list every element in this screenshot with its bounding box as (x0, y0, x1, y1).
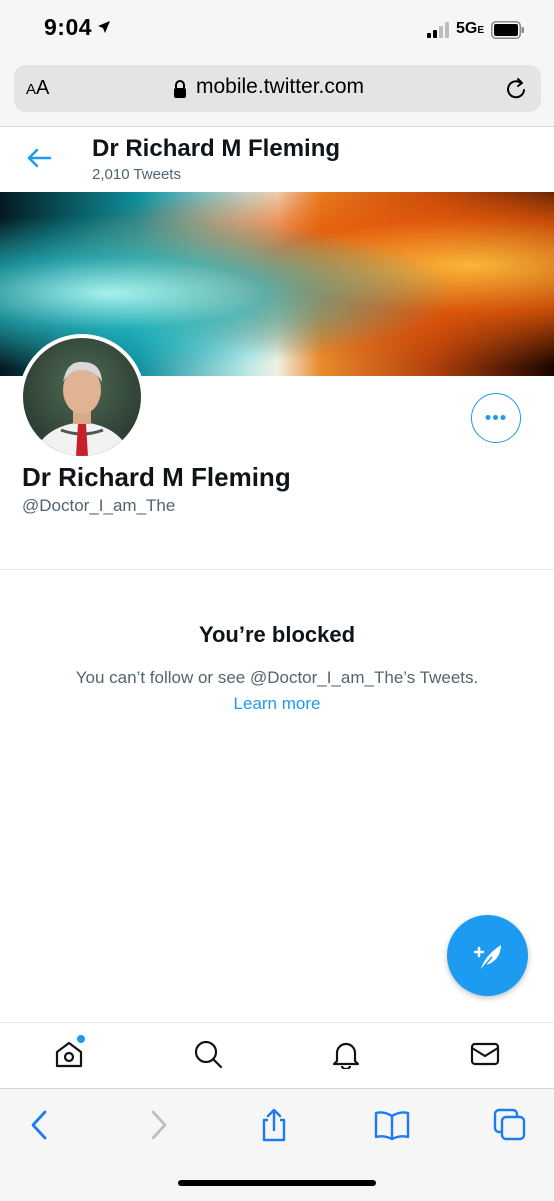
profile-avatar[interactable] (19, 334, 145, 460)
compose-feather-icon (473, 945, 501, 972)
learn-more-link[interactable]: Learn more (0, 694, 554, 714)
divider (0, 569, 554, 570)
blocked-message: You can’t follow or see @Doctor_I_am_The… (75, 668, 479, 687)
compose-tweet-button[interactable] (447, 915, 528, 996)
location-arrow-icon (98, 21, 110, 33)
search-icon[interactable] (193, 1039, 223, 1069)
signal-icon (427, 22, 449, 38)
tabs-icon[interactable] (493, 1108, 527, 1142)
messages-icon[interactable] (470, 1039, 500, 1069)
back-arrow-icon[interactable] (26, 147, 52, 169)
share-icon[interactable] (259, 1108, 289, 1142)
status-time: 9:04 (44, 14, 93, 40)
home-indicator (178, 1180, 376, 1186)
blocked-title: You’re blocked (198, 622, 356, 647)
bookmarks-icon[interactable] (374, 1108, 410, 1142)
battery-icon (491, 21, 524, 39)
tweet-count: 2,010 Tweets (92, 166, 181, 183)
home-notification-dot (77, 1035, 85, 1043)
more-dots-icon (485, 415, 506, 420)
avatar-portrait (33, 361, 131, 456)
forward-icon[interactable] (146, 1108, 170, 1142)
header-title: Dr Richard M Fleming (92, 135, 341, 162)
url-text[interactable]: mobile.twitter.com (196, 75, 364, 99)
lock-icon (174, 80, 186, 98)
network-label: 5GE (456, 20, 485, 37)
more-options-button[interactable] (471, 393, 521, 443)
profile-name: Dr Richard M Fleming (22, 462, 291, 492)
back-icon[interactable] (28, 1108, 52, 1142)
reload-icon[interactable] (505, 76, 529, 102)
text-size-button[interactable]: AA (26, 77, 49, 100)
profile-handle: @Doctor_I_am_The (22, 496, 176, 515)
home-icon[interactable] (54, 1039, 84, 1069)
notifications-icon[interactable] (331, 1039, 361, 1069)
